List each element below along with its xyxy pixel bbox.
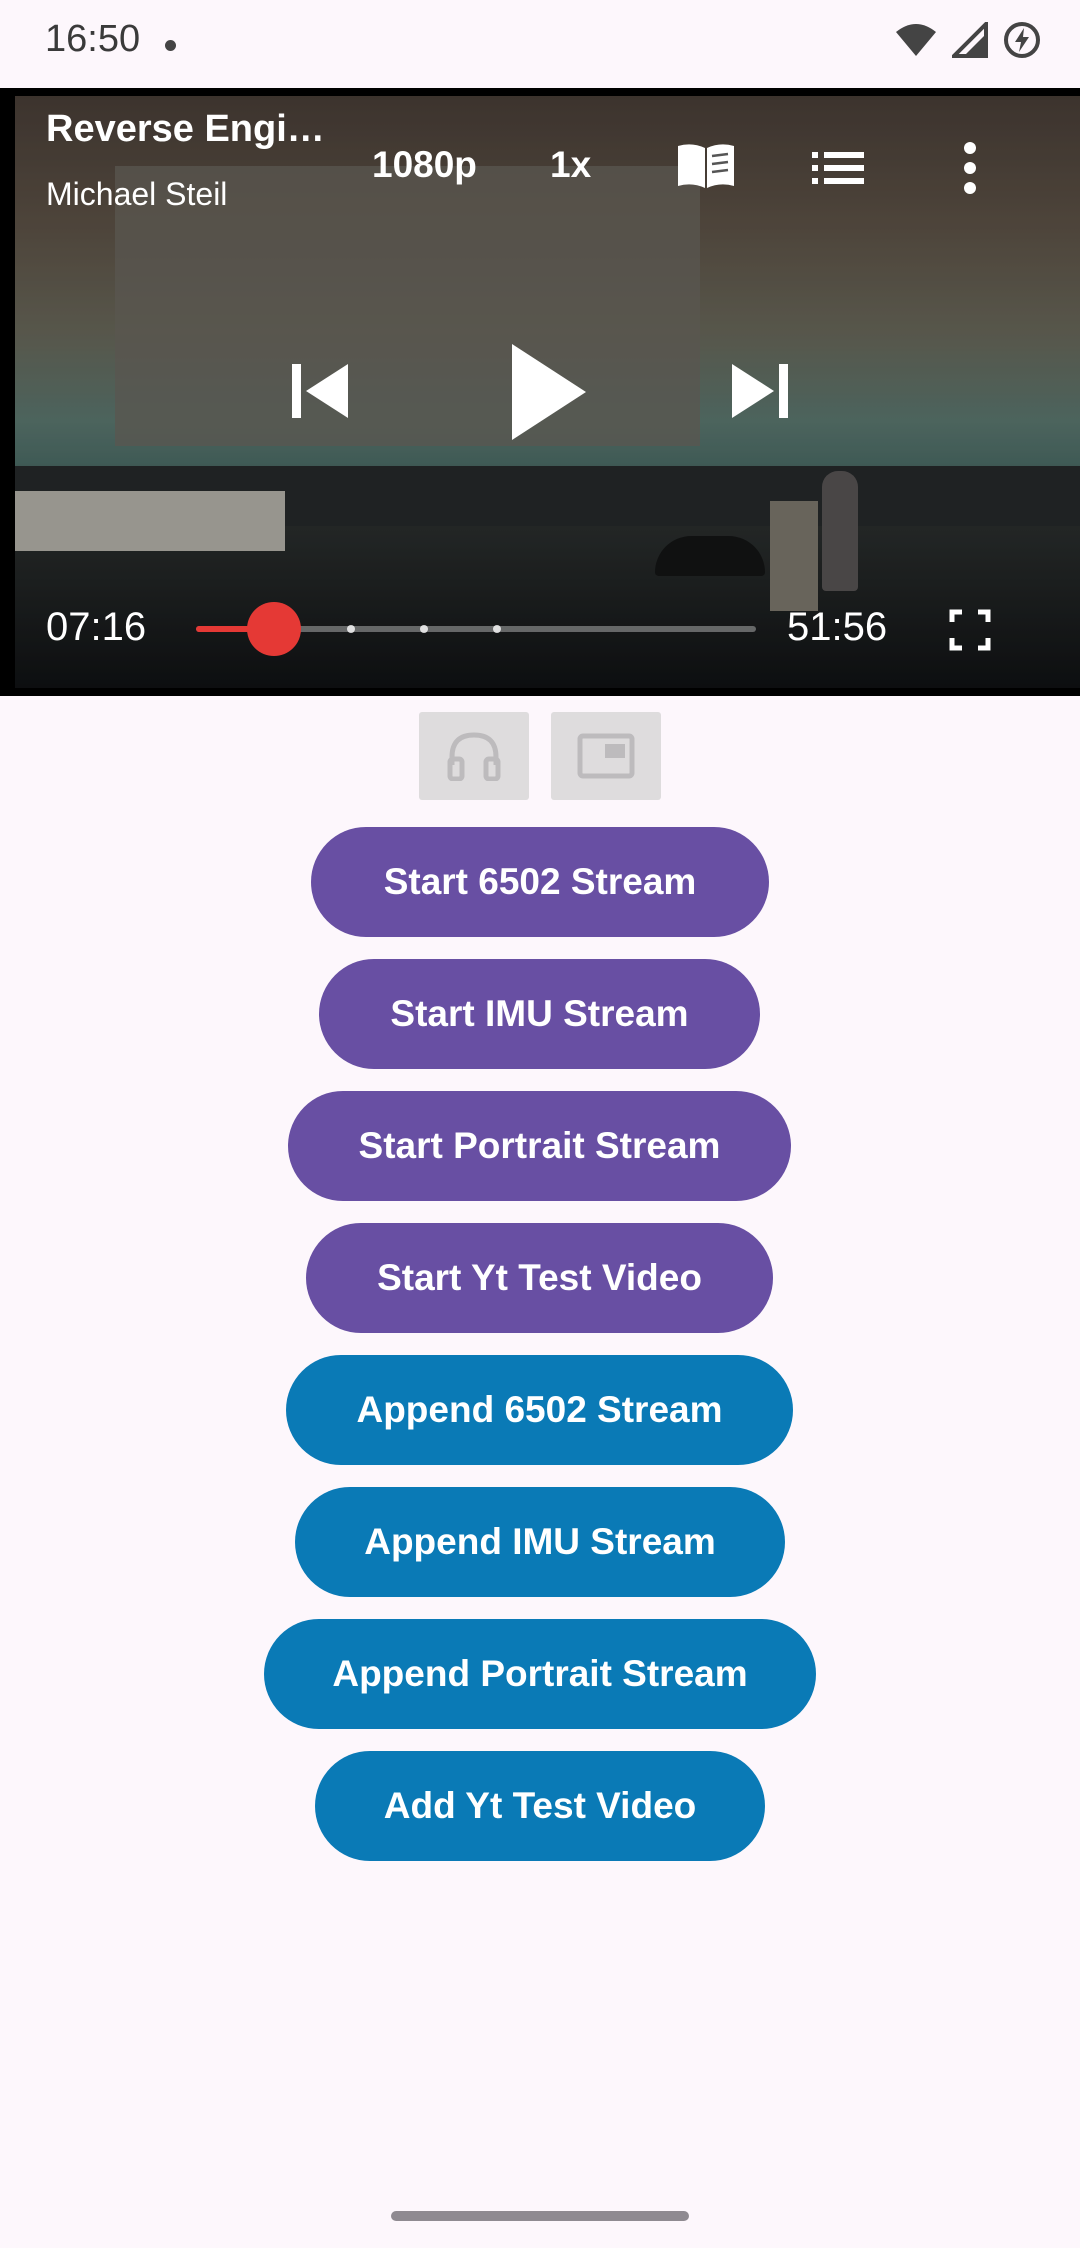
audio-mode-button[interactable] <box>419 712 529 800</box>
picture-in-picture-icon <box>577 733 635 779</box>
status-icons <box>894 20 1042 60</box>
playlist-icon[interactable] <box>810 148 866 188</box>
pip-mode-button[interactable] <box>551 712 661 800</box>
notification-dot-icon <box>165 40 176 51</box>
wifi-icon <box>896 24 936 56</box>
video-player[interactable]: Reverse Engi… Michael Steil 1080p 1x 07:… <box>0 88 1080 696</box>
skip-next-icon[interactable] <box>728 360 792 422</box>
video-author: Michael Steil <box>46 176 228 212</box>
chapter-marker <box>492 625 501 633</box>
seek-bar[interactable] <box>196 602 756 656</box>
play-icon[interactable] <box>508 340 588 444</box>
fullscreen-icon[interactable] <box>948 608 992 652</box>
start-6502-stream-button[interactable]: Start 6502 Stream <box>311 827 769 937</box>
home-indicator[interactable] <box>391 2211 689 2221</box>
start-portrait-stream-button[interactable]: Start Portrait Stream <box>288 1091 791 1201</box>
cellular-signal-icon <box>952 22 988 58</box>
video-title: Reverse Engi… <box>46 108 325 150</box>
total-time: 51:56 <box>787 605 888 649</box>
start-yt-test-video-button[interactable]: Start Yt Test Video <box>306 1223 773 1333</box>
skip-previous-icon[interactable] <box>288 360 352 422</box>
battery-saver-icon <box>1004 22 1040 58</box>
headphones-icon <box>447 732 501 781</box>
current-time: 07:16 <box>46 605 147 649</box>
chapter-marker <box>420 625 428 633</box>
append-imu-stream-button[interactable]: Append IMU Stream <box>295 1487 785 1597</box>
seek-thumb[interactable] <box>247 602 302 656</box>
start-imu-stream-button[interactable]: Start IMU Stream <box>319 959 760 1069</box>
add-yt-test-video-button[interactable]: Add Yt Test Video <box>315 1751 765 1861</box>
append-6502-stream-button[interactable]: Append 6502 Stream <box>286 1355 793 1465</box>
quality-button[interactable]: 1080p <box>372 144 477 186</box>
append-portrait-stream-button[interactable]: Append Portrait Stream <box>264 1619 816 1729</box>
speed-button[interactable]: 1x <box>550 144 591 186</box>
chapters-book-icon[interactable] <box>674 140 738 192</box>
status-bar: 16:50 <box>0 0 1080 86</box>
status-time: 16:50 <box>45 18 141 60</box>
more-options-icon[interactable] <box>956 140 984 196</box>
chapter-marker <box>347 625 356 633</box>
